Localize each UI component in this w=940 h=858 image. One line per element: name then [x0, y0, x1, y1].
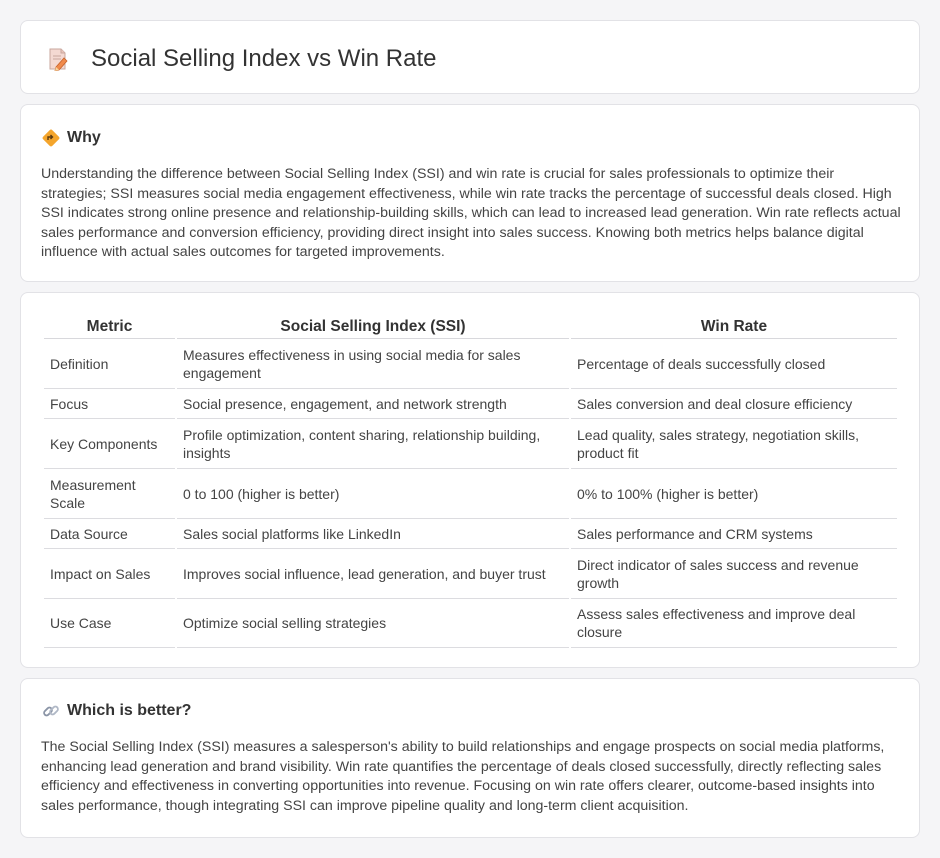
page-title: Social Selling Index vs Win Rate — [91, 45, 437, 72]
table-cell-win-rate: Direct indicator of sales success and re… — [571, 549, 897, 599]
why-text: Understanding the difference between Soc… — [41, 166, 901, 261]
why-section: Why Understanding the difference between… — [20, 104, 920, 282]
column-header-ssi: Social Selling Index (SSI) — [177, 315, 569, 339]
column-header-metric: Metric — [44, 315, 175, 339]
table-cell-metric: Measurement Scale — [44, 469, 175, 519]
table-row: Focus Social presence, engagement, and n… — [44, 389, 897, 419]
comparison-table: Metric Social Selling Index (SSI) Win Ra… — [42, 315, 899, 648]
table-cell-ssi: Social presence, engagement, and network… — [177, 389, 569, 419]
table-cell-win-rate: 0% to 100% (higher is better) — [571, 469, 897, 519]
table-cell-win-rate: Assess sales effectiveness and improve d… — [571, 599, 897, 648]
table-cell-metric: Impact on Sales — [44, 549, 175, 599]
column-header-win-rate: Win Rate — [571, 315, 897, 339]
which-is-better-section: Which is better? The Social Selling Inde… — [20, 678, 920, 838]
why-title: Why — [67, 129, 101, 146]
table-cell-win-rate: Sales conversion and deal closure effici… — [571, 389, 897, 419]
table-cell-metric: Use Case — [44, 599, 175, 648]
table-row: Key Components Profile optimization, con… — [44, 419, 897, 469]
better-text: The Social Selling Index (SSI) measures … — [41, 739, 885, 814]
table-cell-metric: Definition — [44, 339, 175, 389]
table-row: Definition Measures effectiveness in usi… — [44, 339, 897, 389]
table-row: Measurement Scale 0 to 100 (higher is be… — [44, 469, 897, 519]
table-cell-metric: Key Components — [44, 419, 175, 469]
table-cell-ssi: Profile optimization, content sharing, r… — [177, 419, 569, 469]
table-row: Data Source Sales social platforms like … — [44, 519, 897, 549]
table-cell-ssi: Measures effectiveness in using social m… — [177, 339, 569, 389]
table-cell-ssi: Optimize social selling strategies — [177, 599, 569, 648]
diamond-direction-icon — [42, 129, 60, 147]
table-header-row: Metric Social Selling Index (SSI) Win Ra… — [44, 315, 897, 339]
table-cell-metric: Data Source — [44, 519, 175, 549]
table-cell-win-rate: Percentage of deals successfully closed — [571, 339, 897, 389]
table-cell-metric: Focus — [44, 389, 175, 419]
table-cell-win-rate: Lead quality, sales strategy, negotiatio… — [571, 419, 897, 469]
table-cell-win-rate: Sales performance and CRM systems — [571, 519, 897, 549]
table-cell-ssi: Improves social influence, lead generati… — [177, 549, 569, 599]
link-icon — [43, 705, 59, 717]
table-cell-ssi: Sales social platforms like LinkedIn — [177, 519, 569, 549]
table-row: Impact on Sales Improves social influenc… — [44, 549, 897, 599]
table-row: Use Case Optimize social selling strateg… — [44, 599, 897, 648]
why-heading: Why — [41, 128, 101, 148]
better-heading: Which is better? — [41, 701, 191, 721]
better-title: Which is better? — [67, 702, 192, 719]
table-cell-ssi: 0 to 100 (higher is better) — [177, 469, 569, 519]
document-pencil-icon — [49, 48, 68, 71]
header-card: Social Selling Index vs Win Rate — [20, 20, 920, 94]
comparison-table-card: Metric Social Selling Index (SSI) Win Ra… — [20, 292, 920, 668]
